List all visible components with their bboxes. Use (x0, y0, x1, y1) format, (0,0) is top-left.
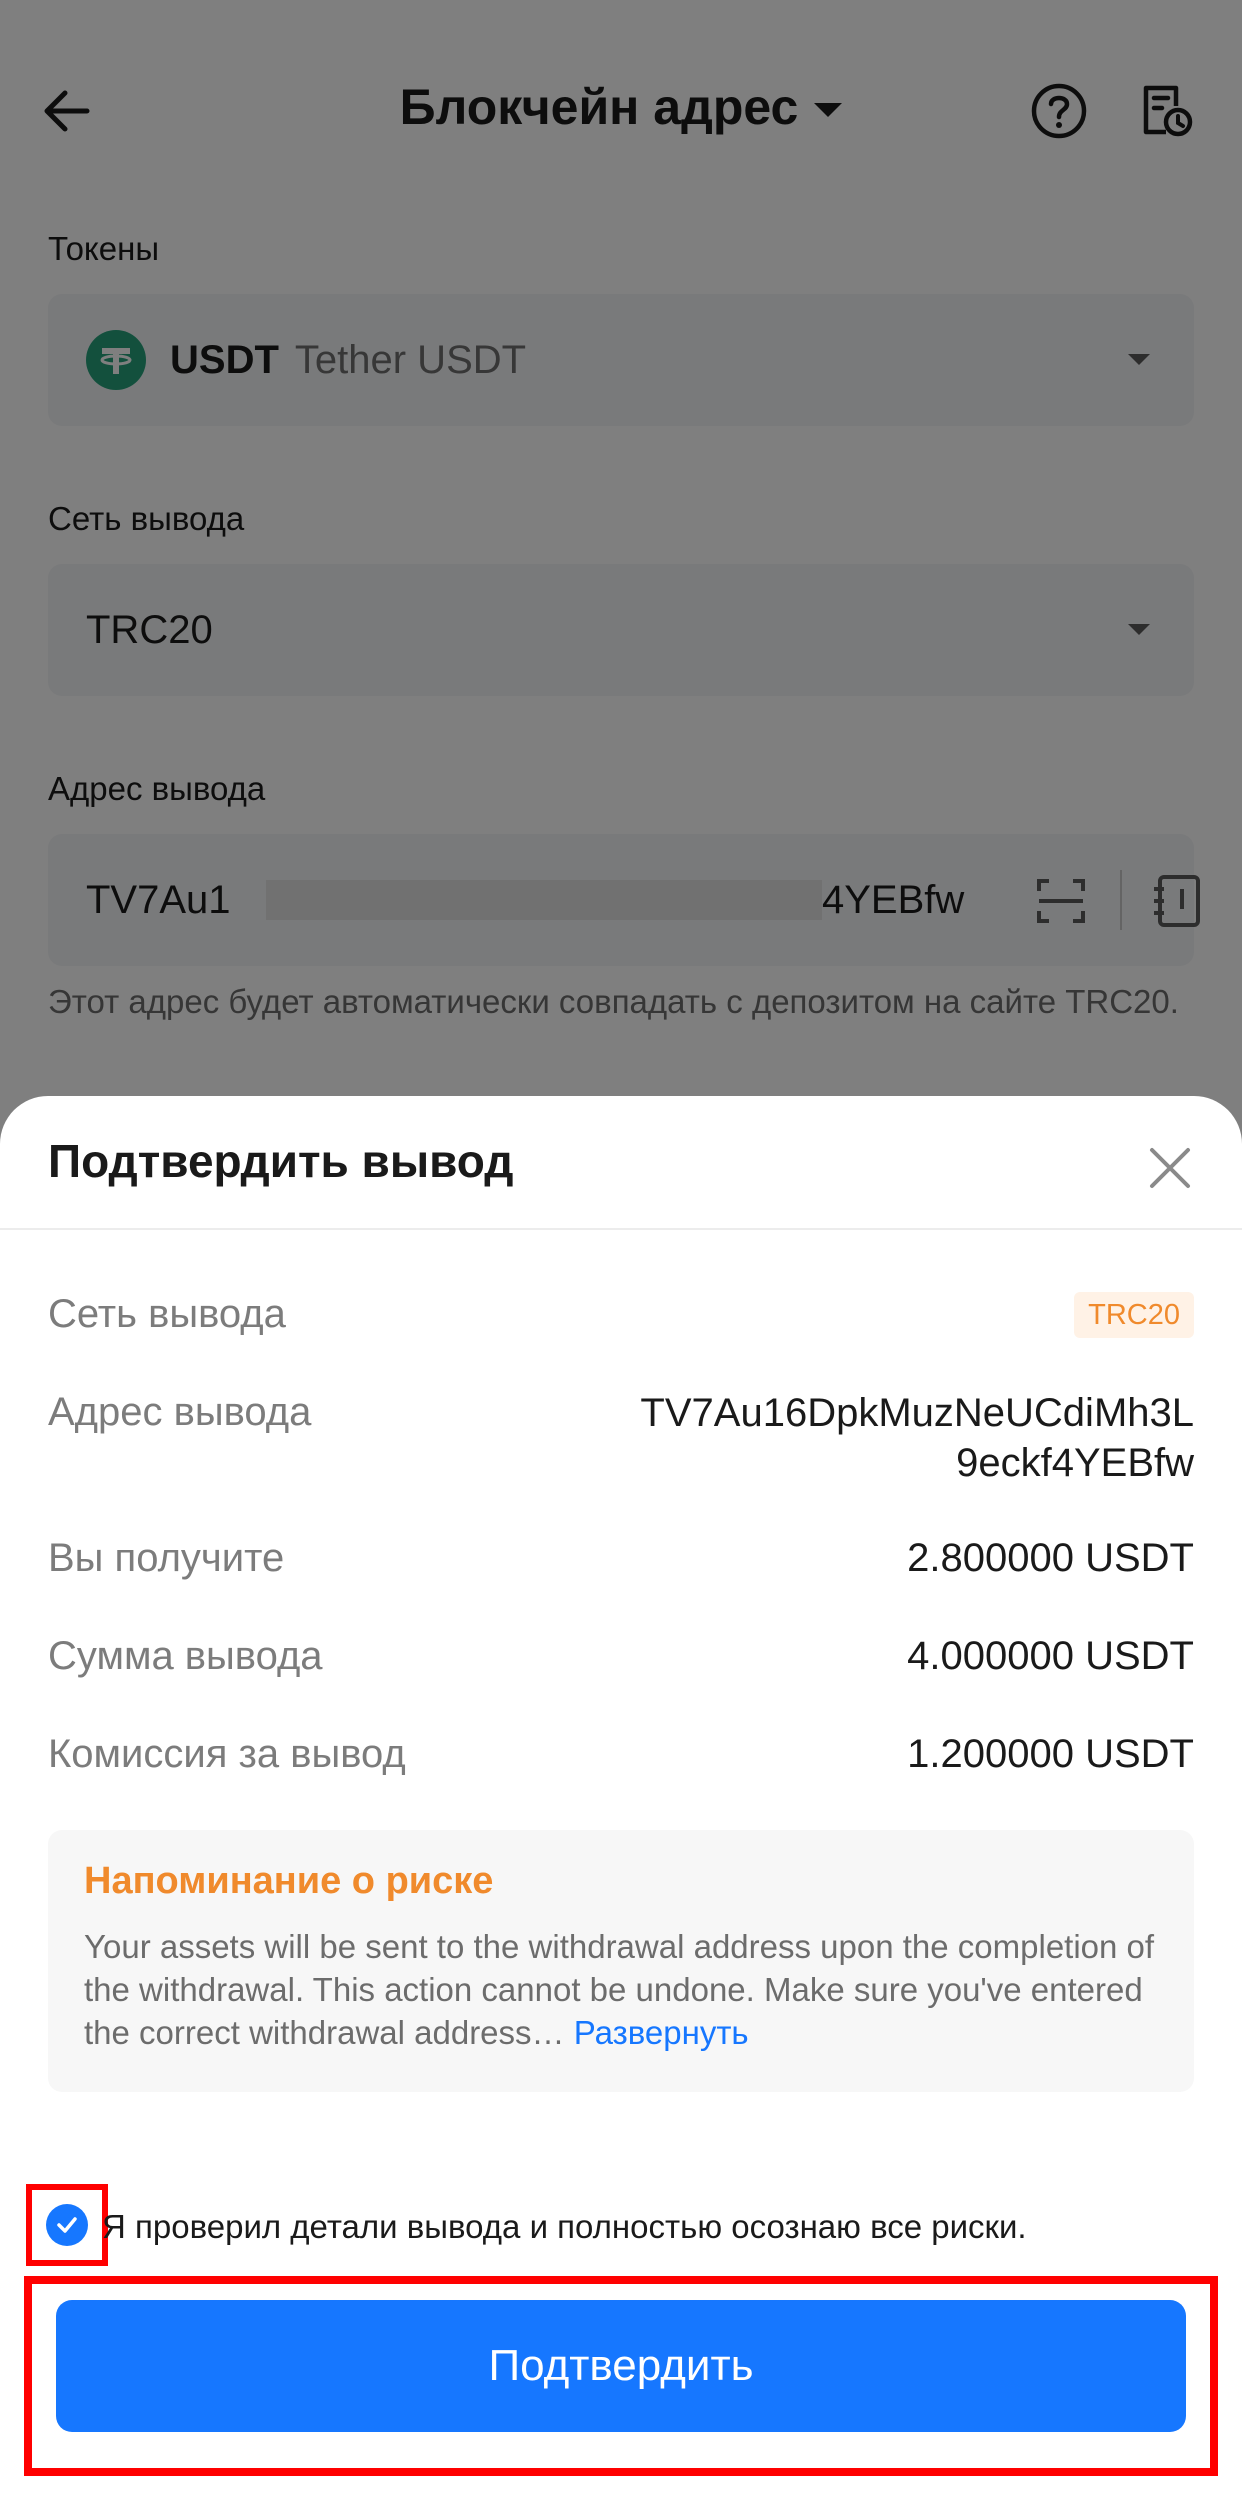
risk-title: Напоминание о риске (84, 1860, 494, 1902)
address-row-value: TV7Au16DpkMuzNeUCdiMh3L9eckf4YEBfw (640, 1391, 1194, 1485)
expand-link[interactable]: Развернуть (574, 2014, 749, 2051)
agreement-checkbox[interactable] (26, 2184, 108, 2266)
fee-row-label: Комиссия за вывод (48, 1732, 406, 1776)
network-row-label: Сеть вывода (48, 1292, 286, 1336)
sheet-divider (0, 1228, 1242, 1230)
amount-row-value: 4.000000 USDT (907, 1634, 1194, 1678)
fee-row-value: 1.200000 USDT (907, 1732, 1194, 1776)
close-button[interactable] (1140, 1138, 1200, 1198)
network-badge: TRC20 (1074, 1292, 1194, 1338)
address-row-label: Адрес вывода (48, 1390, 312, 1434)
risk-reminder: Напоминание о риске Your assets will be … (48, 1830, 1194, 2092)
confirm-withdrawal-sheet: Подтвердить вывод Сеть вывода TRC20 Адре… (0, 1096, 1242, 2509)
confirm-button[interactable]: Подтвердить (56, 2300, 1186, 2432)
close-icon (1150, 1148, 1190, 1188)
confirm-highlight: Подтвердить (24, 2276, 1218, 2476)
amount-row-label: Сумма вывода (48, 1634, 323, 1678)
check-icon (46, 2204, 88, 2246)
receive-row-value: 2.800000 USDT (907, 1536, 1194, 1580)
receive-row-label: Вы получите (48, 1536, 285, 1580)
agreement-text[interactable]: Я проверил детали вывода и полностью осо… (102, 2208, 1027, 2246)
risk-text: Your assets will be sent to the withdraw… (84, 1925, 1158, 2054)
sheet-title: Подтвердить вывод (48, 1135, 514, 1187)
